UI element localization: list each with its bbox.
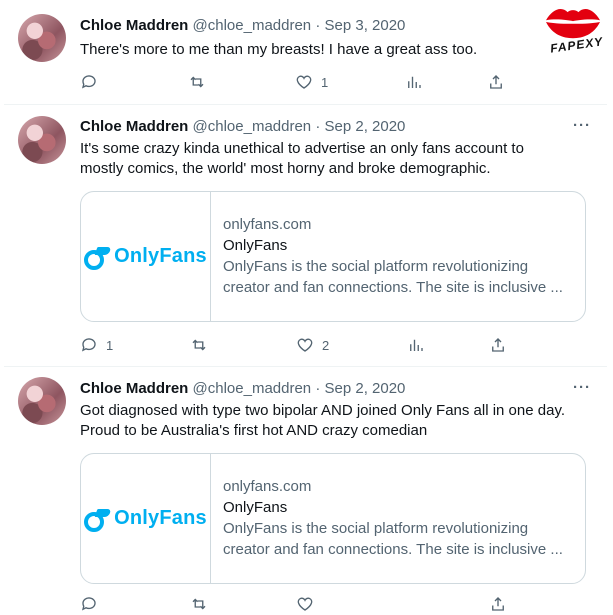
- tweet[interactable]: Chloe Maddren @chloe_maddren · Sep 2, 20…: [4, 105, 607, 366]
- card-body: onlyfans.com OnlyFans OnlyFans is the so…: [223, 214, 573, 298]
- like-button[interactable]: 2: [296, 336, 329, 354]
- heart-icon: [297, 338, 313, 352]
- heart-icon: [296, 75, 312, 89]
- tweet-header: Chloe Maddren @chloe_maddren · Sep 3, 20…: [80, 16, 405, 36]
- card-title: OnlyFans: [223, 237, 288, 254]
- onlyfans-icon: [84, 246, 112, 270]
- author-name[interactable]: Chloe Maddren: [80, 380, 188, 397]
- avatar[interactable]: [18, 377, 66, 425]
- analytics-icon: [408, 76, 421, 88]
- author-handle[interactable]: @chloe_maddren: [193, 118, 312, 135]
- like-button[interactable]: 1: [295, 73, 328, 91]
- share-button[interactable]: [489, 336, 507, 354]
- heart-icon: [297, 597, 313, 611]
- share-icon: [492, 338, 504, 352]
- onlyfans-logo: OnlyFans: [81, 454, 211, 583]
- avatar[interactable]: [18, 14, 66, 62]
- onlyfans-wordmark: OnlyFans: [114, 245, 207, 267]
- like-count: 1: [321, 74, 329, 90]
- share-button[interactable]: [487, 73, 505, 91]
- tweet-date[interactable]: · Sep 3, 2020: [315, 17, 405, 34]
- tweet-header: Chloe Maddren @chloe_maddren · Sep 2, 20…: [80, 379, 405, 399]
- onlyfans-wordmark: OnlyFans: [114, 507, 207, 529]
- link-card[interactable]: OnlyFans onlyfans.com OnlyFans OnlyFans …: [80, 453, 586, 584]
- card-title: OnlyFans: [223, 499, 288, 516]
- avatar[interactable]: [18, 116, 66, 164]
- retweet-button[interactable]: [190, 595, 208, 613]
- share-icon: [490, 75, 502, 89]
- onlyfans-icon: [84, 508, 112, 532]
- retweet-icon: [190, 76, 204, 88]
- author-handle[interactable]: @chloe_maddren: [193, 17, 312, 34]
- retweet-button[interactable]: [190, 336, 208, 354]
- card-description: OnlyFans is the social platform revoluti…: [223, 520, 563, 558]
- retweet-button[interactable]: [188, 73, 206, 91]
- share-icon: [492, 597, 504, 611]
- views-button[interactable]: [407, 336, 425, 354]
- more-options-button[interactable]: ···: [573, 117, 591, 134]
- tweet-date[interactable]: · Sep 2, 2020: [315, 118, 405, 135]
- reply-button[interactable]: [80, 595, 98, 613]
- author-handle[interactable]: @chloe_maddren: [193, 380, 312, 397]
- like-count: 2: [322, 337, 330, 353]
- share-button[interactable]: [489, 595, 507, 613]
- card-description: OnlyFans is the social platform revoluti…: [223, 258, 563, 296]
- reply-button[interactable]: 1: [80, 336, 113, 354]
- card-domain: onlyfans.com: [223, 216, 312, 233]
- more-options-button[interactable]: ···: [573, 379, 591, 396]
- card-body: onlyfans.com OnlyFans OnlyFans is the so…: [223, 476, 573, 560]
- retweet-icon: [192, 598, 206, 610]
- tweet-actions: 1: [80, 73, 510, 93]
- tweet[interactable]: Chloe Maddren @chloe_maddren · Sep 2, 20…: [4, 367, 607, 611]
- onlyfans-logo: OnlyFans: [81, 192, 211, 321]
- reply-icon: [81, 338, 96, 352]
- retweet-icon: [192, 339, 206, 351]
- tweet-actions: [80, 595, 510, 615]
- link-card[interactable]: OnlyFans onlyfans.com OnlyFans OnlyFans …: [80, 191, 586, 322]
- like-button[interactable]: [296, 595, 314, 613]
- tweet-text: There's more to me than my breasts! I ha…: [80, 41, 478, 58]
- reply-count: 1: [106, 337, 114, 353]
- views-button[interactable]: [405, 73, 423, 91]
- reply-icon: [81, 75, 96, 89]
- tweet-actions: 1 2: [80, 336, 510, 356]
- author-name[interactable]: Chloe Maddren: [80, 118, 188, 135]
- analytics-icon: [410, 339, 423, 351]
- tweet-header: Chloe Maddren @chloe_maddren · Sep 2, 20…: [80, 117, 405, 137]
- reply-icon: [81, 597, 96, 611]
- reply-button[interactable]: [80, 73, 98, 91]
- author-name[interactable]: Chloe Maddren: [80, 17, 188, 34]
- tweet[interactable]: Chloe Maddren @chloe_maddren · Sep 3, 20…: [4, 0, 607, 104]
- tweet-text: Got diagnosed with type two bipolar AND …: [80, 402, 565, 439]
- tweet-text: It's some crazy kinda unethical to adver…: [80, 140, 524, 177]
- tweet-date[interactable]: · Sep 2, 2020: [315, 380, 405, 397]
- card-domain: onlyfans.com: [223, 478, 312, 495]
